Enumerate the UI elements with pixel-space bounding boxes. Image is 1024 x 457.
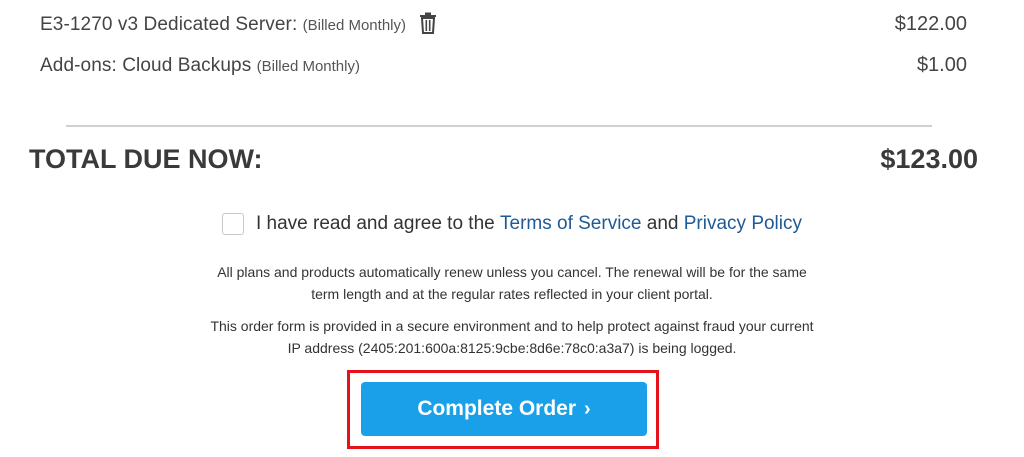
line-item-name: E3-1270 v3 Dedicated Server: (Billed Mon…: [40, 12, 437, 36]
billing-cycle: (Billed Monthly): [302, 17, 406, 34]
total-amount: $123.00: [880, 144, 978, 174]
total-due-row: TOTAL DUE NOW: $123.00: [29, 144, 978, 175]
line-item-dedicated-server: E3-1270 v3 Dedicated Server: (Billed Mon…: [40, 12, 967, 36]
trash-icon[interactable]: [419, 12, 437, 34]
terms-of-service-link[interactable]: Terms of Service: [500, 213, 641, 235]
complete-order-label: Complete Order: [417, 397, 577, 420]
security-notice: This order form is provided in a secure …: [0, 315, 1024, 359]
summary-divider: [66, 125, 932, 127]
billing-cycle: (Billed Monthly): [256, 57, 360, 75]
line-item-price: $122.00: [894, 12, 967, 35]
renewal-notice-line: term length and at the regular rates ref…: [311, 286, 713, 302]
line-item-title: Add-ons: Cloud Backups: [40, 54, 252, 76]
line-item-name: Add-ons: Cloud Backups (Billed Monthly): [40, 55, 360, 77]
security-notice-line: This order form is provided in a secure …: [210, 318, 814, 334]
privacy-policy-link[interactable]: Privacy Policy: [684, 213, 802, 235]
line-item-title: E3-1270 v3 Dedicated Server:: [40, 14, 298, 35]
security-notice-line: IP address (2405:201:600a:8125:9cbe:8d6e…: [287, 340, 737, 356]
complete-order-button[interactable]: Complete Order ›: [361, 382, 647, 436]
renewal-notice-line: All plans and products automatically ren…: [217, 264, 807, 280]
terms-agreement: I have read and agree to the Terms of Se…: [0, 213, 1024, 235]
chevron-right-icon: ›: [584, 397, 591, 420]
total-label: TOTAL DUE NOW:: [29, 144, 263, 174]
order-summary: E3-1270 v3 Dedicated Server: (Billed Mon…: [0, 0, 1024, 457]
agree-conjunction: and: [646, 213, 679, 234]
agree-checkbox[interactable]: [221, 213, 244, 235]
line-item-cloud-backups: Add-ons: Cloud Backups (Billed Monthly) …: [40, 54, 967, 77]
renewal-notice: All plans and products automatically ren…: [0, 261, 1024, 305]
line-item-price: $1.00: [916, 54, 967, 76]
agree-prefix: I have read and agree to the: [255, 213, 495, 234]
